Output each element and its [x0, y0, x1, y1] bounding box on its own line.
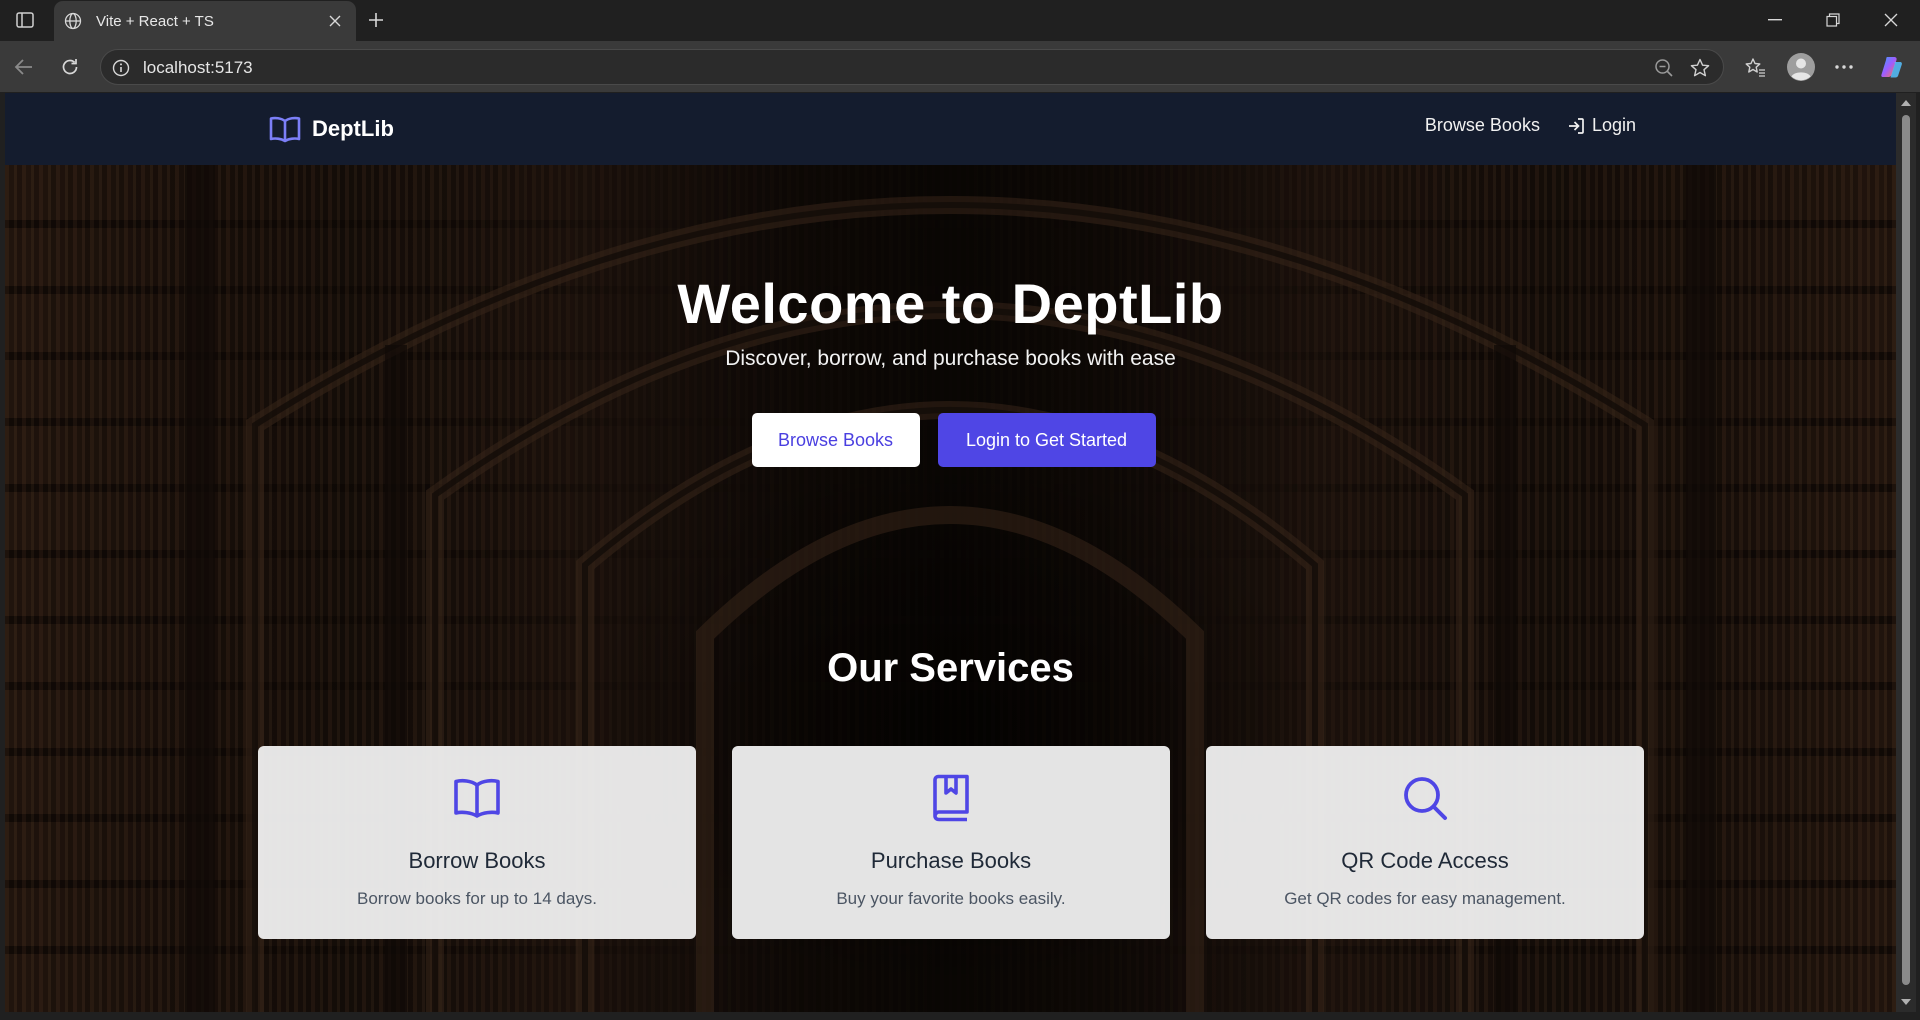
- page-viewport: DeptLib Browse Books Login Welcome to De…: [5, 93, 1896, 1012]
- scrollbar-thumb[interactable]: [1902, 115, 1910, 985]
- service-card-qr: QR Code Access Get QR codes for easy man…: [1206, 746, 1644, 939]
- site-info-icon[interactable]: [111, 58, 131, 78]
- book-open-icon: [454, 778, 500, 818]
- login-icon: [1568, 117, 1584, 134]
- sidebar-toggle-icon[interactable]: [10, 8, 40, 32]
- site-navbar: DeptLib Browse Books Login: [5, 93, 1896, 165]
- service-title: QR Code Access: [1341, 848, 1509, 873]
- service-description: Get QR codes for easy management.: [1284, 889, 1566, 908]
- login-get-started-button[interactable]: Login to Get Started: [937, 413, 1156, 467]
- browser-toolbar: localhost:5173: [0, 41, 1920, 92]
- browser-tab[interactable]: Vite + React + TS: [54, 1, 356, 41]
- close-tab-icon[interactable]: [324, 10, 346, 32]
- services-heading: Our Services: [827, 646, 1074, 690]
- more-options-icon[interactable]: [1829, 52, 1859, 82]
- service-description: Borrow books for up to 14 days.: [356, 889, 598, 908]
- address-bar[interactable]: localhost:5173: [100, 49, 1724, 85]
- book-open-icon: [269, 116, 301, 143]
- browser-tab-bar: Vite + React + TS: [0, 0, 1920, 41]
- favorites-icon[interactable]: [1740, 52, 1770, 82]
- copilot-icon[interactable]: [1877, 52, 1907, 82]
- new-tab-icon[interactable]: [362, 8, 390, 32]
- profile-avatar-icon[interactable]: [1784, 50, 1818, 84]
- search-icon: [1404, 777, 1447, 820]
- nav-browse-books-link[interactable]: Browse Books: [1425, 115, 1540, 136]
- site-logo-text: DeptLib: [312, 116, 394, 141]
- scroll-up-arrow-icon[interactable]: [1900, 97, 1912, 109]
- back-arrow-icon[interactable]: [9, 52, 39, 82]
- hero-subtitle: Discover, borrow, and purchase books wit…: [725, 347, 1176, 370]
- zoom-out-icon[interactable]: [1653, 57, 1675, 79]
- url-text[interactable]: localhost:5173: [143, 58, 253, 78]
- close-window-icon[interactable]: [1868, 6, 1914, 34]
- service-card-borrow: Borrow Books Borrow books for up to 14 d…: [258, 746, 696, 939]
- globe-icon: [64, 11, 84, 31]
- favorite-star-icon[interactable]: [1689, 57, 1711, 79]
- nav-login-link[interactable]: Login: [1566, 115, 1636, 136]
- tab-title: Vite + React + TS: [96, 12, 214, 30]
- scroll-down-arrow-icon[interactable]: [1900, 996, 1912, 1008]
- nav-login-label: Login: [1591, 115, 1636, 135]
- browse-books-button[interactable]: Browse Books: [751, 413, 920, 467]
- service-title: Purchase Books: [870, 848, 1032, 873]
- minimize-icon[interactable]: [1752, 6, 1798, 34]
- service-description: Buy your favorite books easily.: [836, 889, 1066, 908]
- restore-icon[interactable]: [1810, 6, 1856, 34]
- reload-icon[interactable]: [55, 52, 85, 82]
- site-logo[interactable]: DeptLib: [268, 112, 394, 146]
- book-bookmark-icon: [933, 774, 969, 822]
- hero-title: Welcome to DeptLib: [677, 272, 1224, 335]
- page-scrollbar[interactable]: [1896, 93, 1916, 1012]
- service-title: Borrow Books: [408, 848, 546, 873]
- service-card-purchase: Purchase Books Buy your favorite books e…: [732, 746, 1170, 939]
